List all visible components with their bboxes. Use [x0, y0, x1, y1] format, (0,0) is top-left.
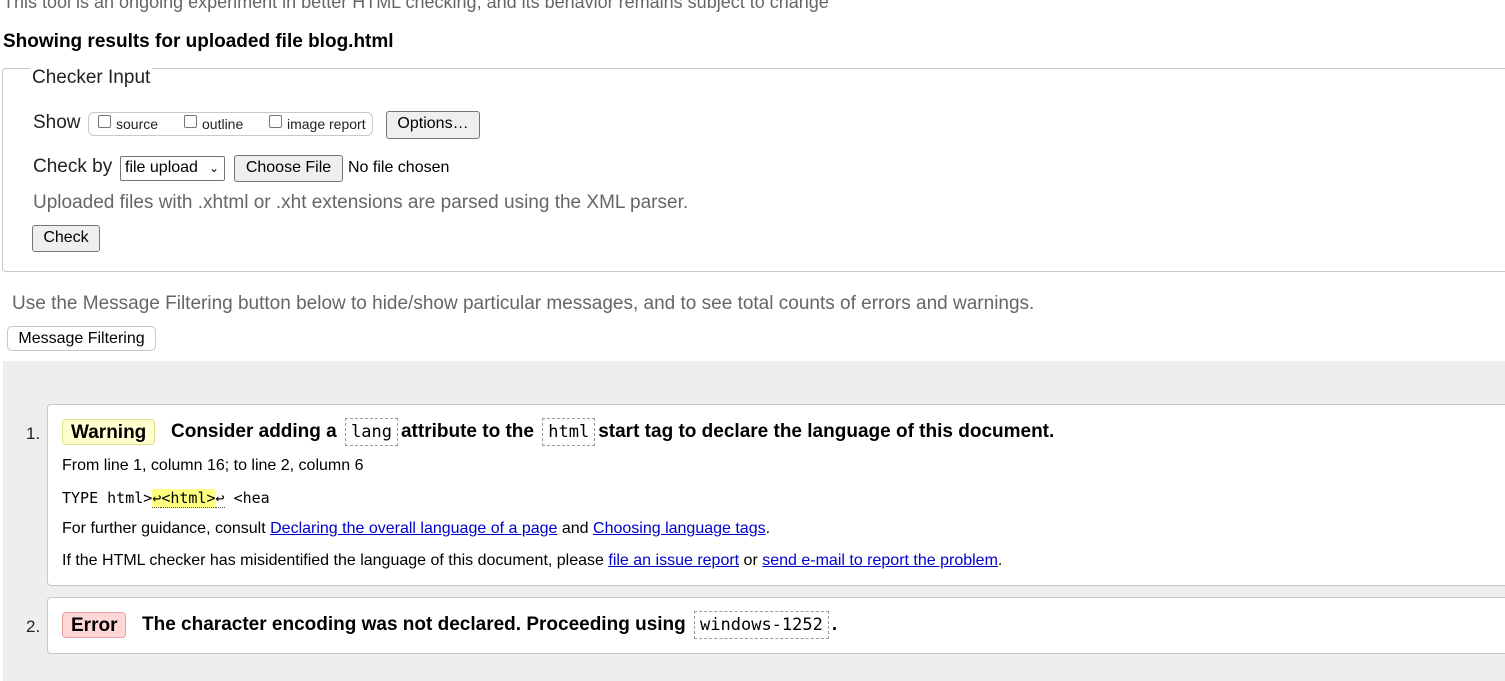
guidance-suffix: .: [765, 520, 771, 537]
extract-highlight: <html>: [161, 489, 216, 508]
misidentified-suffix: .: [997, 552, 1003, 569]
chevron-down-icon: ⌄: [208, 161, 219, 175]
send-email-link[interactable]: send e-mail to report the problem: [762, 552, 998, 569]
image-report-checkbox[interactable]: [269, 115, 282, 128]
warning-location: From line 1, column 16; to line 2, colum…: [62, 457, 364, 474]
check-button[interactable]: Check: [32, 225, 100, 252]
checker-input-fieldset: [2, 68, 1505, 272]
extract-before: TYPE html>: [62, 489, 153, 507]
error-title: The character encoding was not declared.…: [142, 611, 837, 639]
title-text: start tag to declare the language of thi…: [598, 421, 1055, 442]
message-number: 1.: [26, 424, 41, 443]
error-badge: Error: [62, 612, 127, 638]
guidance-mid: and: [557, 520, 594, 537]
misidentified-mid: or: [739, 552, 763, 569]
source-checkbox[interactable]: [98, 115, 111, 128]
guidance-line: For further guidance, consult Declaring …: [62, 520, 770, 538]
image-report-checkbox-label[interactable]: image report: [287, 116, 366, 132]
line-break-icon: ↩: [152, 489, 162, 508]
results-heading: Showing results for uploaded file blog.h…: [3, 31, 394, 52]
source-checkbox-label[interactable]: source: [116, 116, 158, 132]
warning-badge: Warning: [62, 419, 156, 445]
outline-checkbox[interactable]: [184, 115, 197, 128]
checker-input-legend: Checker Input: [30, 67, 153, 89]
file-issue-report-link[interactable]: file an issue report: [608, 552, 739, 569]
choose-file-button[interactable]: Choose File: [234, 155, 343, 182]
warning-title: Consider adding a lang attribute to the h…: [171, 418, 1054, 446]
title-text: attribute to the: [400, 421, 534, 442]
check-by-select[interactable]: file upload ⌄: [120, 156, 225, 181]
code-lang: lang: [345, 418, 398, 446]
misidentified-prefix: If the HTML checker has misidentified th…: [62, 552, 609, 569]
no-file-chosen-text: No file chosen: [348, 159, 450, 176]
choosing-language-tags-link[interactable]: Choosing language tags: [593, 520, 766, 537]
check-by-label: Check by: [33, 156, 113, 177]
xml-parser-hint: Uploaded files with .xhtml or .xht exten…: [33, 192, 689, 213]
message-filtering-button[interactable]: Message Filtering: [7, 326, 156, 351]
title-text: Consider adding a: [171, 421, 337, 442]
show-label: Show: [33, 112, 81, 133]
guidance-prefix: For further guidance, consult: [62, 520, 271, 537]
message-filtering-hint: Use the Message Filtering button below t…: [12, 293, 1035, 314]
title-text: The character encoding was not declared.…: [142, 614, 686, 635]
code-encoding: windows-1252: [694, 611, 829, 639]
declaring-language-link[interactable]: Declaring the overall language of a page: [270, 520, 557, 537]
outline-checkbox-label[interactable]: outline: [202, 116, 243, 132]
line-break-icon: ↩: [215, 489, 225, 508]
check-by-selected-value: file upload: [125, 159, 198, 176]
title-end: .: [831, 614, 838, 635]
source-extract: TYPE html>↩<html>↩ <hea: [62, 489, 270, 508]
experiment-note: This tool is an ongoing experiment in be…: [3, 0, 829, 12]
code-html: html: [542, 418, 596, 446]
extract-after: <hea: [224, 489, 270, 507]
options-button[interactable]: Options…: [386, 111, 480, 139]
message-number: 2.: [26, 617, 41, 636]
misidentified-line: If the HTML checker has misidentified th…: [62, 552, 1002, 570]
